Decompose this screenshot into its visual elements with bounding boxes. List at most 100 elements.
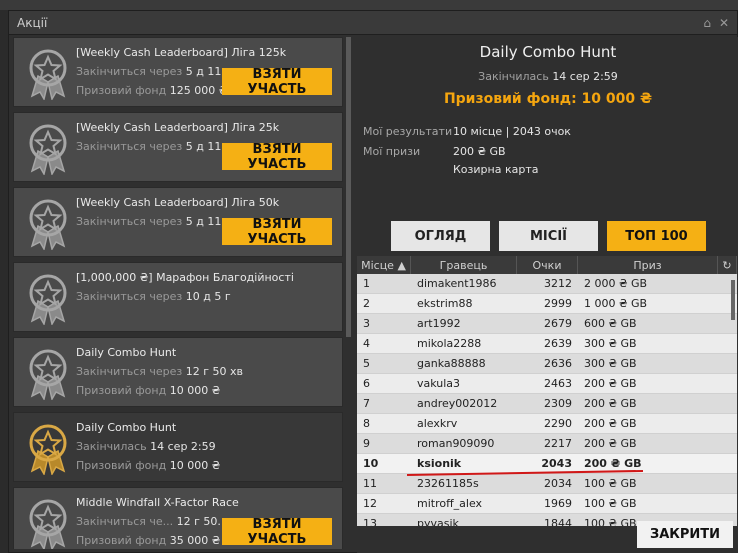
table-cell: 200 ₴ GB <box>584 417 637 430</box>
table-cell: ksionik <box>417 457 462 470</box>
table-cell: 100 ₴ GB <box>584 477 637 490</box>
medal-icon <box>24 46 72 102</box>
table-cell: 2639 <box>544 337 572 350</box>
card-title: Daily Combo Hunt <box>76 421 177 434</box>
promotion-card[interactable]: Middle Windfall X-Factor Race Закінчитьс… <box>13 487 343 549</box>
card-title: [Weekly Cash Leaderboard] Ліга 125k <box>76 46 287 59</box>
promotions-window: Акції ⌂ ✕ [Weekly Cash Leaderboard] Ліга… <box>8 10 738 553</box>
table-cell: 2 000 ₴ GB <box>584 277 648 290</box>
table-cell: vakula3 <box>417 377 461 390</box>
table-cell: 1 000 ₴ GB <box>584 297 648 310</box>
card-title: [1,000,000 ₴] Марафон Благодійності <box>76 271 294 284</box>
detail-tabs: ОГЛЯД МІСІЇ ТОП 100 <box>391 221 706 251</box>
promotion-card[interactable]: [Weekly Cash Leaderboard] Ліга 125k Закі… <box>13 37 343 107</box>
tab-0[interactable]: ОГЛЯД <box>391 221 490 251</box>
table-cell: 5 <box>363 357 370 370</box>
card-prize-fund: Призовий фонд 10 000 ₴ <box>76 384 221 397</box>
table-cell: art1992 <box>417 317 461 330</box>
table-cell: 2309 <box>544 397 572 410</box>
table-cell: 7 <box>363 397 370 410</box>
column-header[interactable]: Приз <box>578 256 718 274</box>
table-row[interactable]: 7 andrey002012 2309 200 ₴ GB <box>357 394 737 414</box>
table-cell: 4 <box>363 337 370 350</box>
promotion-card[interactable]: Daily Combo Hunt Закінчилась 14 сер 2:59… <box>13 412 343 482</box>
tab-1[interactable]: МІСІЇ <box>499 221 598 251</box>
table-cell: 8 <box>363 417 370 430</box>
join-button[interactable]: ВЗЯТИ УЧАСТЬ <box>222 67 332 97</box>
table-cell: 23261185s <box>417 477 479 490</box>
table-cell: 200 ₴ GB <box>584 437 637 450</box>
table-cell: andrey002012 <box>417 397 498 410</box>
column-header[interactable]: ↻ <box>718 256 737 274</box>
medal-icon <box>24 121 72 177</box>
table-cell: ganka88888 <box>417 357 486 370</box>
table-row[interactable]: 11 23261185s 2034 100 ₴ GB <box>357 474 737 494</box>
join-button[interactable]: ВЗЯТИ УЧАСТЬ <box>222 217 332 247</box>
table-cell: 13 <box>363 517 377 526</box>
table-cell: 3 <box>363 317 370 330</box>
table-header: Місце ▲ Гравець Очки Приз ↻ <box>357 256 737 274</box>
table-cell: mikola2288 <box>417 337 482 350</box>
close-icon[interactable]: ✕ <box>719 16 729 30</box>
card-time: Закінчиться через 10 д 5 г <box>76 290 231 303</box>
table-row[interactable]: 9 roman909090 2217 200 ₴ GB <box>357 434 737 454</box>
table-cell: 2679 <box>544 317 572 330</box>
table-cell: 300 ₴ GB <box>584 337 637 350</box>
card-title: Daily Combo Hunt <box>76 346 177 359</box>
medal-icon <box>24 421 72 477</box>
table-cell: 9 <box>363 437 370 450</box>
table-body: 1 dimakent1986 3212 2 000 ₴ GB 2 ekstrim88 299… <box>357 274 737 526</box>
my-prizes: Мої призи 200 ₴ GB <box>363 145 506 158</box>
table-cell: 6 <box>363 377 370 390</box>
table-cell: 2034 <box>544 477 572 490</box>
card-title: [Weekly Cash Leaderboard] Ліга 25k <box>76 121 280 134</box>
close-button[interactable]: ЗАКРИТИ <box>637 521 733 548</box>
table-row[interactable]: 5 ganka88888 2636 300 ₴ GB <box>357 354 737 374</box>
table-cell: 2463 <box>544 377 572 390</box>
table-cell: 10 <box>363 457 379 470</box>
table-cell: 3212 <box>544 277 572 290</box>
table-cell: 11 <box>363 477 377 490</box>
table-cell: 12 <box>363 497 377 510</box>
column-header[interactable]: Місце ▲ <box>357 256 411 274</box>
table-cell: 1 <box>363 277 370 290</box>
table-cell: alexkrv <box>417 417 458 430</box>
table-cell: 600 ₴ GB <box>584 317 637 330</box>
card-title: Middle Windfall X-Factor Race <box>76 496 239 509</box>
promotions-list: [Weekly Cash Leaderboard] Ліга 125k Закі… <box>13 37 343 549</box>
promotion-card[interactable]: [Weekly Cash Leaderboard] Ліга 50k Закін… <box>13 187 343 257</box>
background-bar <box>0 0 738 10</box>
tab-2[interactable]: ТОП 100 <box>607 221 706 251</box>
promotion-detail: Daily Combo Hunt Закінчилась 14 сер 2:59… <box>357 37 738 553</box>
medal-icon <box>24 346 72 402</box>
home-icon[interactable]: ⌂ <box>703 16 711 30</box>
table-cell: dimakent1986 <box>417 277 497 290</box>
table-row[interactable]: 12 mitroff_alex 1969 100 ₴ GB <box>357 494 737 514</box>
column-header[interactable]: Очки <box>517 256 578 274</box>
table-row[interactable]: 8 alexkrv 2290 200 ₴ GB <box>357 414 737 434</box>
promotion-card[interactable]: [1,000,000 ₴] Марафон Благодійності Закі… <box>13 262 343 332</box>
leaderboard-table: Місце ▲ Гравець Очки Приз ↻ 1 dimakent1986 321… <box>357 256 737 526</box>
column-header[interactable]: Гравець <box>411 256 517 274</box>
table-cell: 2290 <box>544 417 572 430</box>
table-row[interactable]: 4 mikola2288 2639 300 ₴ GB <box>357 334 737 354</box>
card-time: Закінчиться че... 12 г 50... <box>76 515 228 528</box>
table-row[interactable]: 3 art1992 2679 600 ₴ GB <box>357 314 737 334</box>
promotion-card[interactable]: [Weekly Cash Leaderboard] Ліга 25k Закін… <box>13 112 343 182</box>
table-row[interactable]: 1 dimakent1986 3212 2 000 ₴ GB <box>357 274 737 294</box>
card-time: Закінчиться через 5 д 11 г <box>76 65 231 78</box>
table-scrollbar[interactable] <box>731 280 735 320</box>
join-button[interactable]: ВЗЯТИ УЧАСТЬ <box>222 142 332 172</box>
promotion-card[interactable]: Daily Combo Hunt Закінчиться через 12 г … <box>13 337 343 407</box>
table-cell: 2043 <box>541 457 572 470</box>
card-time: Закінчиться через 5 д 11 г <box>76 215 231 228</box>
table-cell: mitroff_alex <box>417 497 483 510</box>
table-cell: 200 ₴ GB <box>584 397 637 410</box>
table-cell: 2217 <box>544 437 572 450</box>
card-title: [Weekly Cash Leaderboard] Ліга 50k <box>76 196 280 209</box>
list-scrollbar[interactable] <box>346 37 351 337</box>
table-row[interactable]: 2 ekstrim88 2999 1 000 ₴ GB <box>357 294 737 314</box>
detail-ended: Закінчилась 14 сер 2:59 <box>478 70 618 83</box>
join-button[interactable]: ВЗЯТИ УЧАСТЬ <box>222 517 332 547</box>
table-row[interactable]: 6 vakula3 2463 200 ₴ GB <box>357 374 737 394</box>
